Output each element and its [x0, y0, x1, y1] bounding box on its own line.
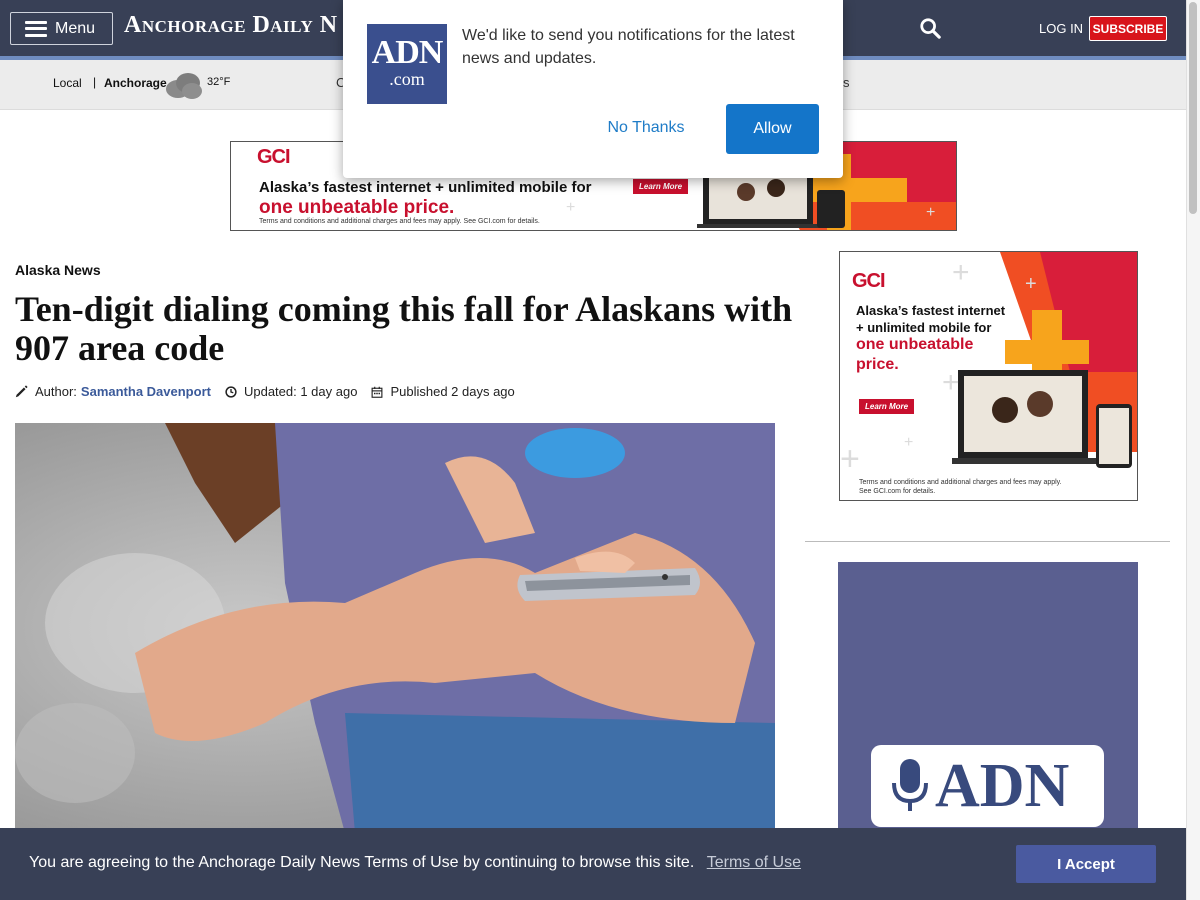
sidebar-ad-terms2: See GCI.com for details.: [859, 488, 936, 495]
cookie-consent-bar: You are agreeing to the Anchorage Daily …: [0, 828, 1186, 900]
sidebar-ad-line3: one unbeatable: [856, 336, 974, 353]
notification-message: We'd like to send you notifications for …: [462, 27, 795, 67]
sidebar-ad-line1: Alaska’s fastest internet: [856, 303, 1006, 318]
local-label[interactable]: Local: [53, 76, 82, 90]
nav-item-partial-right[interactable]: s: [843, 75, 850, 90]
adn-logo-bottom: .com: [389, 69, 425, 89]
updated-time: Updated: 1 day ago: [243, 384, 358, 399]
no-thanks-button[interactable]: No Thanks: [590, 107, 702, 149]
svg-text:+: +: [952, 256, 970, 289]
microphone-icon: [892, 759, 928, 811]
banner-ad-line1: Alaska’s fastest internet + unlimited mo…: [259, 179, 592, 196]
adn-logo-top: ADN: [371, 34, 444, 71]
author-link[interactable]: Samantha Davenport: [81, 384, 211, 399]
calendar-icon: [372, 386, 383, 398]
podcast-ad[interactable]: ADN: [838, 562, 1138, 842]
podcast-adn-text: ADN: [935, 752, 1070, 820]
pencil-icon: [15, 385, 28, 398]
clock-icon: [225, 385, 237, 398]
temperature: 32°F: [207, 76, 231, 88]
menu-button[interactable]: Menu: [10, 12, 113, 45]
sidebar-ad-line2: + unlimited mobile for: [856, 320, 992, 335]
site-logo[interactable]: Anchorage Daily N: [124, 12, 338, 39]
svg-text:+: +: [926, 204, 935, 221]
article-headline: Ten-digit dialing coming this fall for A…: [15, 289, 793, 368]
banner-ad-terms: Terms and conditions and additional char…: [259, 218, 540, 225]
sidebar-learn-more-button[interactable]: Learn More: [859, 399, 915, 414]
sidebar-ad-terms1: Terms and conditions and additional char…: [859, 479, 1062, 486]
search-icon[interactable]: [919, 17, 941, 39]
cookie-message-row: You are agreeing to the Anchorage Daily …: [29, 854, 801, 872]
sidebar-ad-line4: price.: [856, 356, 899, 373]
notification-prompt: ADN .com We'd like to send you notificat…: [343, 0, 843, 178]
login-link[interactable]: LOG IN: [1039, 21, 1083, 36]
sidebar-divider: [805, 541, 1170, 542]
gci-logo-side: GCI: [852, 270, 886, 292]
menu-label: Menu: [55, 19, 96, 37]
subscribe-button[interactable]: SUBSCRIBE: [1089, 16, 1167, 41]
published-time: Published 2 days ago: [390, 384, 515, 399]
city-name[interactable]: Anchorage: [104, 76, 167, 90]
svg-text:+: +: [840, 440, 860, 478]
scrollbar-thumb[interactable]: [1189, 2, 1197, 214]
gci-logo: GCI: [257, 146, 291, 168]
accept-button[interactable]: I Accept: [1016, 845, 1156, 883]
podcast-card: ADN: [871, 745, 1104, 827]
separator: |: [93, 75, 97, 89]
section-label[interactable]: Alaska News: [15, 262, 101, 278]
banner-ad-line2: one unbeatable price.: [259, 197, 455, 218]
banner-learn-more-button[interactable]: Learn More: [633, 179, 689, 194]
sidebar-ad[interactable]: + + + + + GCI Alaska’s fastest internet …: [839, 251, 1138, 501]
byline: Author: Samantha Davenport Updated: 1 da…: [15, 384, 515, 399]
cloud-icon: [166, 73, 202, 99]
hamburger-icon: [25, 20, 47, 37]
svg-text:+: +: [904, 434, 913, 451]
hero-image[interactable]: [15, 423, 775, 833]
adn-logo: ADN .com: [367, 24, 447, 104]
svg-text:+: +: [942, 366, 960, 399]
cookie-message: You are agreeing to the Anchorage Daily …: [29, 854, 695, 871]
author-prefix: Author:: [35, 384, 77, 399]
svg-text:+: +: [1025, 273, 1037, 295]
terms-of-use-link[interactable]: Terms of Use: [707, 854, 801, 871]
svg-text:+: +: [566, 199, 575, 216]
allow-button[interactable]: Allow: [726, 104, 819, 154]
person-texting-photo: [15, 423, 775, 833]
